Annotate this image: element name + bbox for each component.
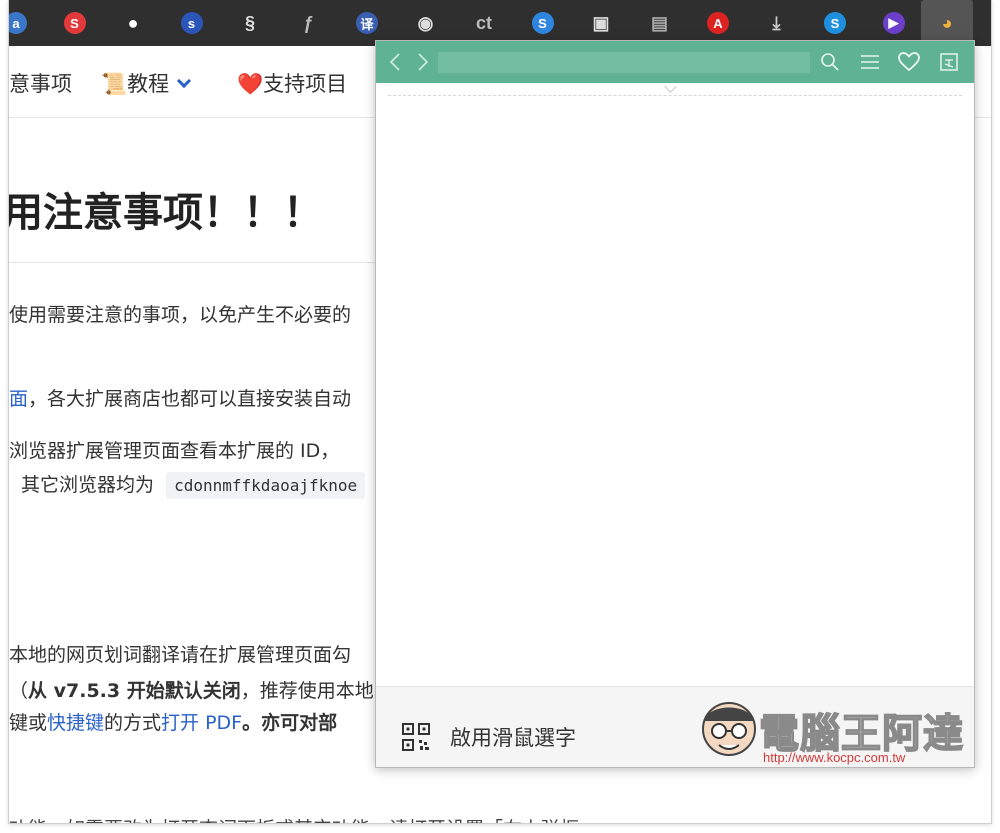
pdf-ext-icon[interactable]: A	[703, 8, 733, 38]
dictionary-popup: 啟用滑鼠選字	[375, 40, 975, 768]
watermark-url: http://www.kocpc.com.tw	[763, 750, 906, 765]
menu-button[interactable]	[857, 49, 883, 75]
paragraph: （从 v7.5.3 开始默认关闭，推荐使用本地	[9, 676, 374, 703]
divider	[9, 262, 389, 263]
swirl-ext-icon[interactable]: §	[235, 8, 265, 38]
lock-ext-icon[interactable]: ◉	[411, 8, 441, 38]
chevron-left-icon	[389, 53, 400, 71]
feather-ext-icon-glyph: ƒ	[303, 12, 314, 33]
chevron-right-icon	[418, 53, 429, 71]
ct-ext-icon[interactable]: ct	[469, 8, 499, 38]
search-button[interactable]	[817, 49, 843, 75]
extension-id-code: cdonnmffkdaoajfknoe	[166, 472, 366, 499]
paragraph: 其它浏览器均为 cdonnmffkdaoajfknoe	[21, 470, 366, 499]
screenshot-frame: a S ● s § ƒ 译 ◉ ct S ▣ ▤ A ⤓ S ▶ ◕ 意事项 📜教程 ❤️支持项目 用注意事项！…	[0, 0, 1000, 833]
pdf-ext-icon-glyph: A	[707, 12, 729, 34]
record-ext-icon-glyph: ●	[127, 12, 139, 33]
s-square-ext-icon[interactable]: S	[528, 8, 558, 38]
paragraph: 键或快捷键的方式打开 PDF。亦可对部	[9, 708, 337, 735]
favorite-button[interactable]	[896, 49, 922, 75]
shazam-ext-icon[interactable]: S	[820, 8, 850, 38]
s-square-ext-icon-glyph: S	[531, 12, 554, 34]
heart-icon	[898, 52, 920, 72]
paragraph-bold: 从 v7.5.3 开始默认关闭	[28, 680, 241, 702]
feather-ext-icon[interactable]: ƒ	[294, 8, 324, 38]
nav-item-notes[interactable]: 意事项	[9, 68, 72, 98]
paragraph: 功能，如需要改为打开查词面板或其它功能，请打开设置「右上弹框	[9, 814, 579, 823]
popup-header	[376, 41, 974, 83]
lock-ext-icon-glyph: ◉	[417, 12, 434, 33]
paragraph-text: ，各大扩展商店也都可以直接安装自动	[28, 388, 352, 410]
paragraph-text: ，推荐使用本地	[240, 680, 374, 702]
panel-separator	[388, 95, 962, 96]
bookmark-ext-icon-glyph: a	[9, 12, 27, 34]
paragraph: 使用需要注意的事项，以免产生不必要的	[9, 304, 352, 326]
shortcut-link[interactable]: 快捷键	[47, 712, 104, 734]
gallery-ext-icon-glyph: ▤	[650, 12, 668, 33]
download-ext-icon-glyph: ⤓	[772, 12, 781, 33]
translate-ext-icon-glyph: 译	[356, 12, 378, 34]
gallery-ext-icon[interactable]: ▤	[645, 8, 675, 38]
dictionary-panel-area	[376, 97, 974, 685]
pin-icon	[940, 53, 958, 71]
nav-item-support[interactable]: ❤️支持项目	[237, 68, 347, 98]
paragraph-link[interactable]: 面	[9, 388, 28, 410]
paragraph-text: 的方式	[104, 712, 162, 734]
image-ext-icon-glyph: ▣	[592, 12, 610, 33]
search-icon	[821, 53, 839, 71]
swirl-ext-icon-glyph: §	[244, 12, 255, 33]
paragraph-bold: 。亦可对部	[242, 712, 338, 734]
enable-mouse-selection-toggle[interactable]: 啟用滑鼠選字	[450, 722, 576, 752]
saladict-ext-icon-glyph: ◕	[941, 12, 953, 33]
open-pdf-link[interactable]: 打开 PDF	[161, 712, 242, 734]
paragraph-text: 键或	[9, 712, 48, 734]
pin-button[interactable]	[936, 49, 962, 75]
nav-item-tutorial-label: 📜教程	[101, 72, 170, 96]
s-red-ext-icon[interactable]: S	[60, 8, 90, 38]
s-blue-ext-icon[interactable]: s	[177, 8, 207, 38]
forward-button[interactable]	[410, 49, 436, 75]
qrcode-icon[interactable]	[402, 723, 430, 751]
shazam-ext-icon-glyph: S	[824, 12, 846, 34]
play-ext-icon-glyph: ▶	[882, 12, 905, 34]
bookmark-ext-icon[interactable]: a	[9, 8, 31, 38]
search-input[interactable]	[438, 52, 810, 73]
page-title: 用注意事项！！！	[8, 190, 323, 236]
download-ext-icon[interactable]: ⤓	[762, 8, 792, 38]
chevron-down-icon	[177, 73, 192, 89]
paragraph: 本地的网页划词翻译请在扩展管理页面勾	[9, 644, 352, 666]
image-ext-icon[interactable]: ▣	[586, 8, 616, 38]
back-button[interactable]	[382, 49, 408, 75]
menu-icon	[861, 55, 879, 69]
mascot-avatar-icon	[702, 702, 756, 756]
s-blue-ext-icon-glyph: s	[180, 12, 203, 34]
watermark: 電腦王阿達 http://www.kocpc.com.tw	[697, 693, 965, 771]
paragraph-text: 其它浏览器均为	[21, 474, 155, 496]
translate-ext-icon[interactable]: 译	[352, 8, 382, 38]
ct-ext-icon-glyph: ct	[475, 12, 492, 33]
paragraph: 浏览器扩展管理页面查看本扩展的 ID，	[9, 440, 340, 462]
paragraph: 面，各大扩展商店也都可以直接安装自动	[9, 384, 351, 411]
record-ext-icon[interactable]: ●	[118, 8, 148, 38]
s-red-ext-icon-glyph: S	[63, 12, 86, 34]
nav-item-tutorial[interactable]: 📜教程	[101, 68, 192, 98]
play-ext-icon[interactable]: ▶	[879, 8, 909, 38]
paragraph-text: （	[9, 680, 29, 702]
